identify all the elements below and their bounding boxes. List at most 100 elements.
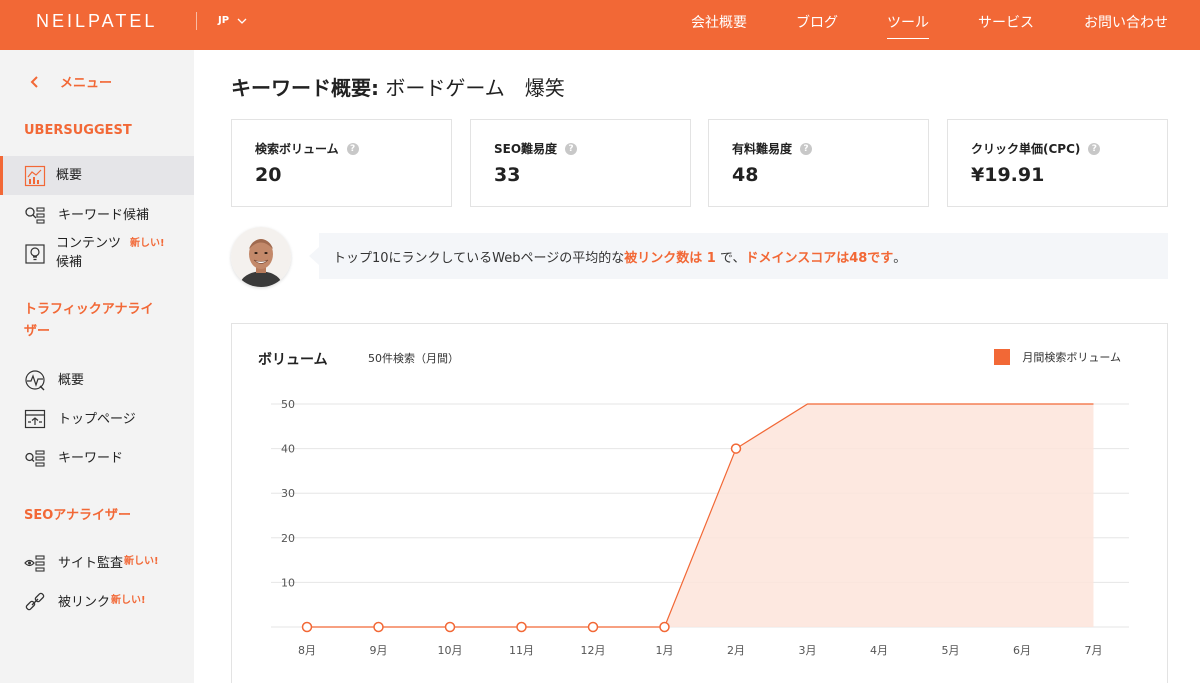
sidebar-item-keywords[interactable]: キーワード [0,447,194,469]
avatar [231,227,291,287]
stat-label-wrap: クリック単価(CPC)? [971,140,1101,157]
sidebar-item-label: キーワード候補 [58,207,150,223]
nav-contact[interactable]: お問い合わせ [1084,12,1168,32]
new-badge: 新しい! [130,238,165,249]
y-tick-label: 10 [281,576,295,589]
x-tick-label: 1月 [656,644,674,657]
stat-label: クリック単価(CPC) [971,142,1081,156]
x-tick-label: 3月 [799,644,817,657]
y-tick-label: 40 [281,443,295,456]
x-tick-label: 8月 [298,644,316,657]
tip-text: トップ10にランクしているWebページの平均的な被リンク数は 1 で、ドメインス… [333,247,906,266]
data-point [444,621,456,633]
nav-blog[interactable]: ブログ [796,12,838,32]
y-tick-label: 30 [281,487,295,500]
nav-services[interactable]: サービス [978,12,1034,32]
sidebar-item-label: 概要 [56,168,83,183]
volume-chart: 10 20 30 40 50 8月 9月 10月 11月 12月 1月 2月 3月 4月 5月 6月 7月 [271,398,1129,657]
stat-label: SEO難易度 [494,142,558,156]
tip-text-part: で、 [719,251,746,266]
menu-back-button[interactable]: メニュー [30,72,112,91]
data-point [659,621,670,633]
sidebar-item-traffic-overview[interactable]: 概要 [0,369,194,391]
sidebar-item-label: コンテンツ 候補 [56,236,122,270]
tip-highlight-backlinks: 被リンク数は 1 [624,251,716,266]
section-heading-ubersuggest: UBERSUGGEST [24,123,132,138]
insight-tip: トップ10にランクしているWebページの平均的な被リンク数は 1 で、ドメインス… [231,227,1168,287]
stat-value: 20 [255,164,282,186]
section-heading-seo: SEOアナライザー [24,508,132,523]
link-icon [24,591,46,613]
section-heading-traffic: トラフィックアナライ ザー [24,302,154,339]
nav-company[interactable]: 会社概要 [691,12,747,32]
data-point [587,621,599,633]
stat-label: 有料難易度 [732,142,793,156]
keyword-search-icon [24,447,46,469]
sidebar-item-label: サイト監査 [58,555,124,571]
help-icon[interactable]: ? [1088,142,1101,155]
x-tick-label: 6月 [1013,644,1031,657]
volume-chart-card: ボリューム 50件検索（月間） 月間検索ボリューム 10 20 30 40 50 8月 9月… [231,323,1168,683]
x-tick-label: 11月 [509,644,534,657]
help-icon[interactable]: ? [565,142,578,155]
pulse-icon [24,369,46,391]
sidebar-item-top-pages[interactable]: トップページ [0,408,194,430]
bulb-icon [24,243,46,265]
page-title-keyword: ボードゲーム 爆笑 [379,76,565,100]
sidebar-item-label: トップページ [58,411,136,427]
x-tick-label: 5月 [942,644,960,657]
stat-card-search-volume: 検索ボリューム? 20 [231,119,452,207]
x-tick-label: 12月 [581,644,606,657]
data-point [730,443,742,454]
neilpatel-logo[interactable]: NEILPATEL [36,11,157,32]
stat-label-wrap: 有料難易度? [732,140,813,157]
chevron-left-icon [30,75,38,88]
tip-text-part: トップ10にランクしているWebページの平均的な [333,251,625,266]
x-tick-label: 10月 [438,644,463,657]
x-tick-label: 7月 [1085,644,1103,657]
stat-card-seo-difficulty: SEO難易度? 33 [470,119,691,207]
language-label: JP [218,15,230,26]
menu-label: メニュー [60,76,113,91]
sidebar-item-backlinks[interactable]: 被リンク [0,591,194,613]
help-icon[interactable]: ? [346,142,359,155]
stat-value: ¥19.91 [971,164,1045,186]
help-icon[interactable]: ? [800,142,813,155]
data-point [373,621,384,633]
nav-tools[interactable]: ツール [887,12,929,39]
main-content: キーワード概要: ボードゲーム 爆笑 検索ボリューム? 20 SEO難易度? 3… [194,50,1200,683]
data-point [516,621,527,633]
sidebar-item-label: 被リンク [58,594,111,610]
page-title: キーワード概要: ボードゲーム 爆笑 [231,72,565,101]
sidebar-item-overview[interactable]: 概要 [0,156,194,195]
sidebar: メニュー UBERSUGGEST 概要 キーワード候補 コンテンツ 候補 新しい… [0,50,194,683]
sidebar-item-label: 概要 [58,372,85,388]
sidebar-item-site-audit[interactable]: サイト監査 [0,552,194,574]
eye-list-icon [24,552,46,574]
sidebar-item-label: キーワード [58,450,124,466]
sidebar-item-keyword-ideas[interactable]: キーワード候補 [0,204,194,226]
stat-label-wrap: SEO難易度? [494,140,578,157]
chart-icon [24,165,46,187]
new-badge: 新しい! [111,595,146,606]
data-point [301,621,313,633]
page-icon [24,408,46,430]
stat-value: 33 [494,164,521,186]
tip-text-part: 。 [893,251,907,266]
new-badge: 新しい! [124,556,159,567]
stat-card-cpc: クリック単価(CPC)? ¥19.91 [947,119,1168,207]
top-navbar: NEILPATEL JP 会社概要 ブログ ツール サービス お問い合わせ [0,0,1200,50]
keyword-list-icon [24,204,46,226]
stat-value: 48 [732,164,759,186]
series-area [307,404,1094,627]
chevron-down-icon [237,18,247,24]
x-tick-label: 9月 [370,644,388,657]
logo-divider [196,12,197,30]
stat-card-paid-difficulty: 有料難易度? 48 [708,119,929,207]
tip-box: トップ10にランクしているWebページの平均的な被リンク数は 1 で、ドメインス… [309,233,1168,279]
page-title-prefix: キーワード概要: [231,76,379,100]
tip-highlight-domain-score: ドメインスコアは48です [745,251,894,266]
stat-label: 検索ボリューム [255,142,339,156]
y-tick-label: 50 [281,398,295,411]
language-selector[interactable]: JP [218,15,247,26]
